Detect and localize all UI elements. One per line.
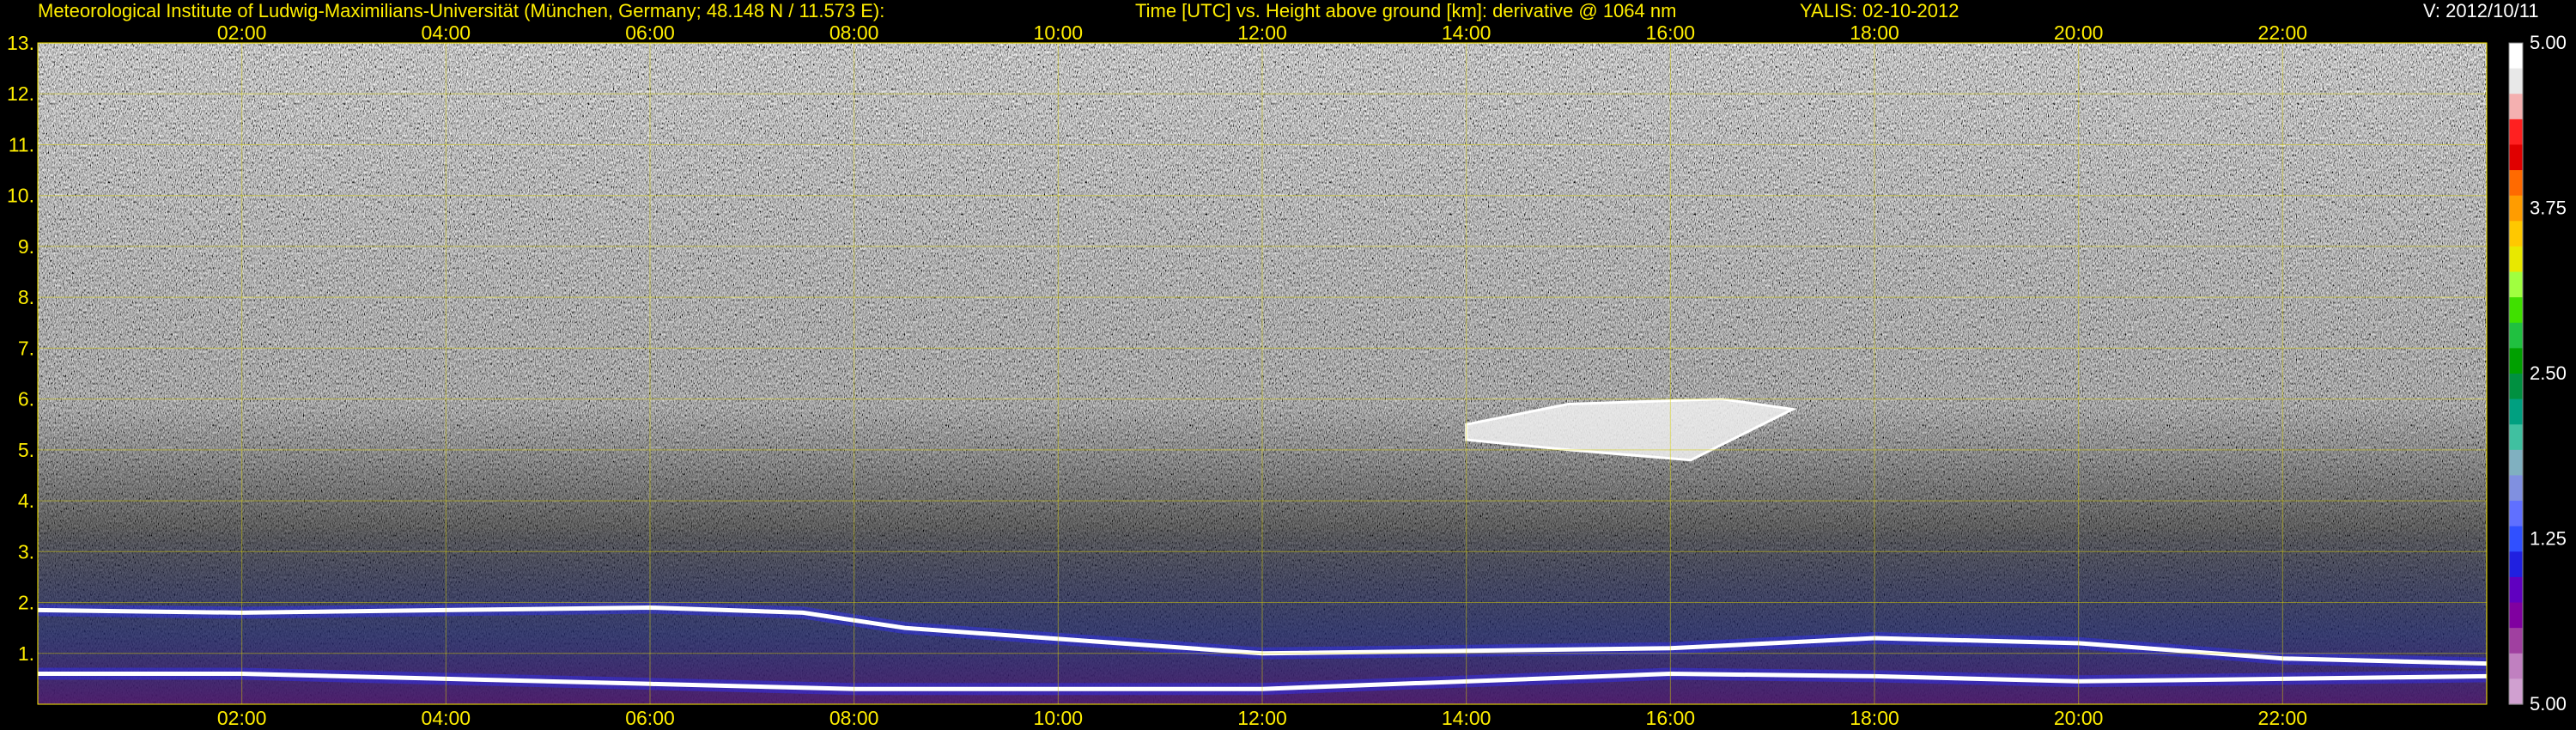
y-tick-label: 7.: [18, 337, 34, 359]
y-tick-label: 8.: [18, 286, 34, 308]
y-tick-label: 3.: [18, 540, 34, 563]
colorbar-tick-label: 2.50: [2530, 362, 2567, 384]
x-tick-label-top: 08:00: [829, 21, 879, 44]
y-tick-label: 2.: [18, 592, 34, 614]
x-tick-label: 16:00: [1646, 707, 1696, 729]
colorbar-swatch: [2509, 501, 2523, 527]
x-tick-label: 02:00: [217, 707, 267, 729]
colorbar-swatch: [2509, 449, 2523, 477]
y-tick-label: 1.: [18, 642, 34, 665]
colorbar-swatch: [2509, 119, 2523, 146]
colorbar-swatch: [2509, 678, 2523, 705]
x-tick-label-top: 20:00: [2054, 21, 2104, 44]
colorbar-swatch: [2509, 43, 2523, 70]
colorbar-swatch: [2509, 348, 2523, 374]
colorbar-swatch: [2509, 628, 2523, 654]
x-tick-label: 10:00: [1034, 707, 1084, 729]
y-tick-label: 4.: [18, 490, 34, 512]
colorbar-swatch: [2509, 424, 2523, 451]
colorbar-swatch: [2509, 68, 2523, 94]
x-tick-label-top: 16:00: [1646, 21, 1696, 44]
colorbar-swatch: [2509, 475, 2523, 502]
colorbar-swatch: [2509, 144, 2523, 171]
x-tick-label-top: 12:00: [1237, 21, 1287, 44]
y-tick-label: 12.: [7, 82, 34, 105]
x-tick-label-top: 10:00: [1034, 21, 1084, 44]
x-tick-label-top: 18:00: [1850, 21, 1899, 44]
x-tick-label: 04:00: [422, 707, 471, 729]
colorbar-tick-label: 3.75: [2530, 198, 2567, 219]
x-tick-label-top: 04:00: [422, 21, 471, 44]
x-tick-label: 08:00: [829, 707, 879, 729]
x-tick-label: 18:00: [1850, 707, 1899, 729]
x-tick-label: 22:00: [2258, 707, 2308, 729]
y-tick-label: 11.: [9, 133, 34, 155]
colorbar-swatch: [2509, 322, 2523, 349]
y-tick-label: 13.: [7, 32, 34, 54]
colorbar-swatch: [2509, 94, 2523, 120]
x-tick-label: 14:00: [1442, 707, 1492, 729]
colorbar-swatch: [2509, 221, 2523, 247]
y-tick-label: 5.: [18, 439, 34, 461]
colorbar-swatch: [2509, 271, 2523, 298]
x-tick-label-top: 14:00: [1442, 21, 1492, 44]
x-tick-label: 12:00: [1237, 707, 1287, 729]
colorbar-swatch: [2509, 374, 2523, 400]
x-tick-label-top: 02:00: [217, 21, 267, 44]
colorbar-tick-label: 5.00: [2530, 693, 2567, 715]
y-tick-label: 6.: [18, 388, 34, 411]
lidar-chart: 02:00 04:00 06:00 08:00 10:00 12:00 14:00 16:00…: [7, 21, 2567, 729]
x-tick-label: 06:00: [625, 707, 675, 729]
x-tick-label: 20:00: [2054, 707, 2104, 729]
colorbar-swatch: [2509, 170, 2523, 197]
colorbar-swatch: [2509, 602, 2523, 629]
colorbar-tick-label: 5.00: [2530, 32, 2567, 53]
x-tick-label-top: 22:00: [2258, 21, 2308, 44]
colorbar-swatch: [2509, 297, 2523, 324]
colorbar-swatch: [2509, 653, 2523, 679]
y-tick-label: 9.: [18, 235, 34, 258]
x-tick-label-top: 06:00: [625, 21, 675, 44]
y-tick-label: 10.: [7, 185, 34, 207]
colorbar-swatch: [2509, 551, 2523, 578]
colorbar-swatch: [2509, 246, 2523, 273]
colorbar-swatch: [2509, 576, 2523, 604]
colorbar-swatch: [2509, 398, 2523, 425]
colorbar-swatch: [2509, 195, 2523, 222]
colorbar-swatch: [2509, 526, 2523, 552]
colorbar-tick-label: 1.25: [2530, 528, 2567, 550]
